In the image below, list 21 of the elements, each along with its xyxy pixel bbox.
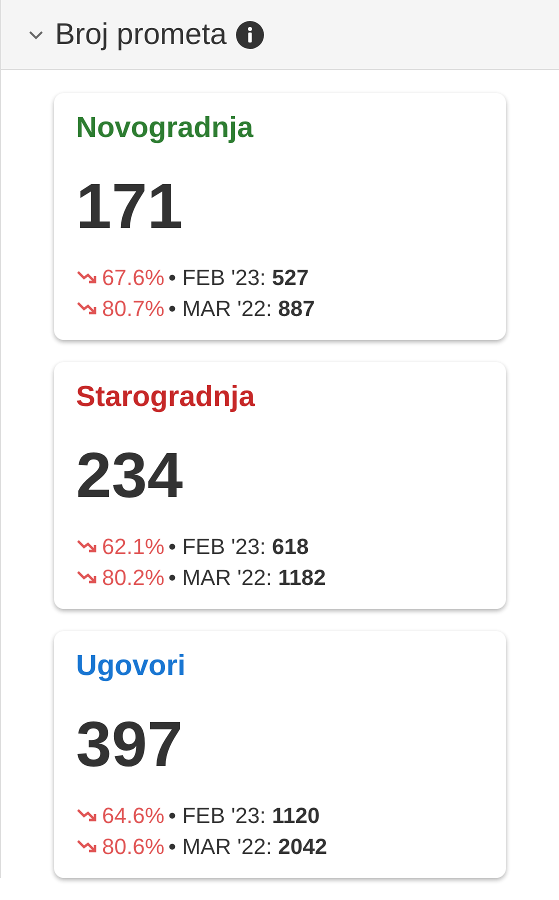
card-title: Novogradnja (76, 111, 254, 146)
info-icon[interactable] (234, 20, 265, 50)
comparison-text: • MAR '22: 887 (168, 294, 315, 323)
section-title: Broj prometa (55, 17, 227, 53)
change-percent: 80.6% (102, 832, 164, 861)
change-percent: 67.6% (102, 264, 164, 292)
card-title: Ugovori (76, 649, 187, 684)
comparison-text: • FEB '23: 527 (168, 264, 309, 292)
change-percent: 64.6% (102, 802, 164, 830)
change-percent: 80.7% (102, 294, 164, 323)
stat-value: 171 (76, 174, 184, 238)
card-title: Starogradnja (76, 380, 256, 415)
comparison-text: • FEB '23: 1120 (168, 802, 320, 830)
change-percent: 62.1% (102, 532, 164, 561)
stat-value: 234 (76, 442, 184, 507)
stat-value: 397 (76, 712, 184, 776)
comparison-text: • MAR '22: 2042 (168, 832, 328, 861)
comparison-text: • MAR '22: 1182 (168, 564, 326, 592)
section-header[interactable]: Broj prometa (0, 0, 559, 70)
change-percent: 80.2% (102, 564, 164, 592)
comparison-text: • FEB '23: 618 (168, 532, 309, 561)
